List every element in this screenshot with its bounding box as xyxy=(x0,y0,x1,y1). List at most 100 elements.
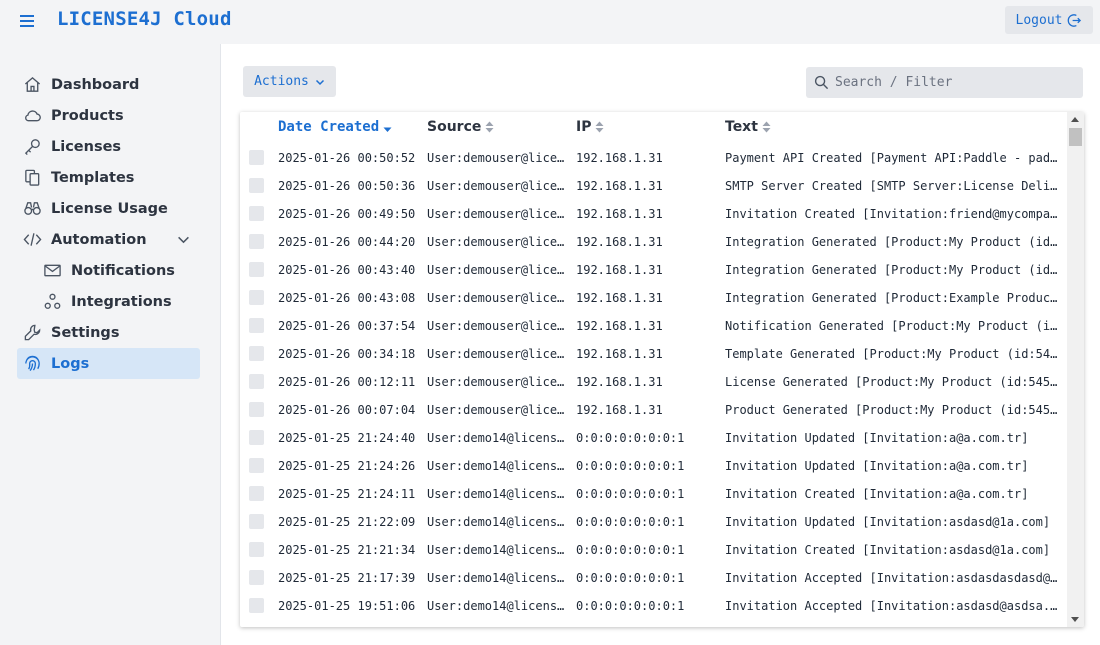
cell-ip: 192.168.1.31 xyxy=(576,403,663,417)
table-row[interactable]: 2025-01-25 21:21:34 User:demo14@license4j… xyxy=(240,536,1067,564)
fingerprint-icon xyxy=(22,354,42,374)
row-checkbox[interactable] xyxy=(249,598,264,613)
cell-text: Payment API Created [Payment API:Paddle … xyxy=(725,151,1059,165)
row-checkbox[interactable] xyxy=(249,402,264,417)
table-row[interactable]: 2025-01-25 21:24:11 User:demo14@license4j… xyxy=(240,480,1067,508)
cell-ip: 192.168.1.31 xyxy=(576,235,663,249)
cell-text: SMTP Server Created [SMTP Server:License… xyxy=(725,179,1059,193)
column-header-text[interactable]: Text xyxy=(725,119,771,135)
cell-source: User:demo14@license4j.com xyxy=(427,487,567,501)
search-icon xyxy=(814,75,829,90)
row-checkbox[interactable] xyxy=(249,150,264,165)
sidebar-item-logs[interactable]: Logs xyxy=(17,348,200,379)
table-scrollbar[interactable] xyxy=(1067,112,1084,627)
sidebar-item-integrations[interactable]: Integrations xyxy=(37,286,200,317)
row-checkbox[interactable] xyxy=(249,318,264,333)
cell-source: User:demouser@license4j.com xyxy=(427,403,567,417)
search-input[interactable] xyxy=(806,67,1083,98)
sidebar-item-label: Automation xyxy=(51,231,147,248)
cell-ip: 192.168.1.31 xyxy=(576,179,663,193)
table-row[interactable]: 2025-01-26 00:44:20 User:demouser@license… xyxy=(240,228,1067,256)
table-row[interactable]: 2025-01-26 00:07:04 User:demouser@license… xyxy=(240,396,1067,424)
envelope-icon xyxy=(42,261,62,281)
row-checkbox[interactable] xyxy=(249,458,264,473)
cell-date-created: 2025-01-25 21:24:26 xyxy=(278,459,416,473)
sidebar-item-license-usage[interactable]: License Usage xyxy=(17,193,200,224)
chevron-down-icon[interactable] xyxy=(177,233,190,246)
sidebar-item-label: Notifications xyxy=(71,262,175,279)
row-checkbox[interactable] xyxy=(249,542,264,557)
sidebar-item-notifications[interactable]: Notifications xyxy=(37,255,200,286)
table-row[interactable]: 2025-01-25 19:51:06 User:demo14@license4j… xyxy=(240,592,1067,620)
sidebar-item-templates[interactable]: Templates xyxy=(17,162,200,193)
table-row[interactable]: 2025-01-26 00:34:18 User:demouser@license… xyxy=(240,340,1067,368)
sidebar-item-label: Licenses xyxy=(51,138,122,155)
row-checkbox[interactable] xyxy=(249,374,264,389)
scroll-up-arrow-icon[interactable] xyxy=(1071,117,1079,122)
scroll-down-arrow-icon[interactable] xyxy=(1071,617,1079,622)
sidebar-item-products[interactable]: Products xyxy=(17,100,200,131)
cell-source: User:demouser@license4j.com xyxy=(427,291,567,305)
cell-ip: 0:0:0:0:0:0:0:1 xyxy=(576,515,685,529)
column-header-date-created[interactable]: Date Created xyxy=(278,119,392,135)
menu-icon[interactable] xyxy=(20,13,36,27)
cell-date-created: 2025-01-26 00:07:04 xyxy=(278,403,416,417)
table-row[interactable]: 2025-01-25 21:24:40 User:demo14@license4j… xyxy=(240,424,1067,452)
cell-date-created: 2025-01-25 21:22:09 xyxy=(278,515,416,529)
row-checkbox[interactable] xyxy=(249,178,264,193)
table-row[interactable]: 2025-01-26 00:37:54 User:demouser@license… xyxy=(240,312,1067,340)
app-title: LICENSE4J Cloud xyxy=(57,8,232,30)
cell-source: User:demouser@license4j.com xyxy=(427,235,567,249)
cell-text: Notification Generated [Product:My Produ… xyxy=(725,319,1059,333)
key-icon xyxy=(22,137,42,157)
row-checkbox[interactable] xyxy=(249,346,264,361)
cell-source: User:demo14@license4j.com xyxy=(427,599,567,613)
code-icon xyxy=(22,230,42,250)
table-row[interactable]: 2025-01-26 00:50:36 User:demouser@license… xyxy=(240,172,1067,200)
sort-icon xyxy=(485,121,494,133)
sidebar-item-automation[interactable]: Automation xyxy=(17,224,200,255)
cell-ip: 0:0:0:0:0:0:0:1 xyxy=(576,543,685,557)
sidebar-item-licenses[interactable]: Licenses xyxy=(17,131,200,162)
cell-ip: 192.168.1.31 xyxy=(576,347,663,361)
sidebar-item-label: Dashboard xyxy=(51,76,140,93)
table-row[interactable]: 2025-01-26 00:49:50 User:demouser@license… xyxy=(240,200,1067,228)
table-row[interactable]: 2025-01-26 00:43:08 User:demouser@license… xyxy=(240,284,1067,312)
logout-button[interactable]: Logout xyxy=(1005,6,1093,34)
table-row[interactable]: 2025-01-26 00:43:40 User:demouser@license… xyxy=(240,256,1067,284)
cell-text: Invitation Updated [Invitation:a@a.com.t… xyxy=(725,459,1029,473)
table-row[interactable]: 2025-01-26 00:12:11 User:demouser@license… xyxy=(240,368,1067,396)
cell-text: License Generated [Product:My Product (i… xyxy=(725,375,1059,389)
row-checkbox[interactable] xyxy=(249,234,264,249)
cell-source: User:demo14@license4j.com xyxy=(427,571,567,585)
cell-ip: 192.168.1.31 xyxy=(576,375,663,389)
diagram-icon xyxy=(42,292,62,312)
row-checkbox[interactable] xyxy=(249,262,264,277)
cell-ip: 192.168.1.31 xyxy=(576,151,663,165)
actions-button[interactable]: Actions xyxy=(243,66,336,97)
cell-ip: 0:0:0:0:0:0:0:1 xyxy=(576,459,685,473)
table-row[interactable]: 2025-01-26 00:50:52 User:demouser@license… xyxy=(240,144,1067,172)
sidebar-item-settings[interactable]: Settings xyxy=(17,317,200,348)
table-row[interactable]: 2025-01-25 21:24:26 User:demo14@license4j… xyxy=(240,452,1067,480)
row-checkbox[interactable] xyxy=(249,290,264,305)
column-header-source[interactable]: Source xyxy=(427,119,494,135)
cell-source: User:demouser@license4j.com xyxy=(427,319,567,333)
scroll-thumb[interactable] xyxy=(1069,128,1082,146)
row-checkbox[interactable] xyxy=(249,430,264,445)
cell-text: Invitation Updated [Invitation:asdasd@1a… xyxy=(725,515,1051,529)
row-checkbox[interactable] xyxy=(249,570,264,585)
binoculars-icon xyxy=(22,199,42,219)
copy-icon xyxy=(22,168,42,188)
row-checkbox[interactable] xyxy=(249,206,264,221)
cell-ip: 0:0:0:0:0:0:0:1 xyxy=(576,431,685,445)
table-row[interactable]: 2025-01-25 21:22:09 User:demo14@license4j… xyxy=(240,508,1067,536)
row-checkbox[interactable] xyxy=(249,486,264,501)
table-row[interactable]: 2025-01-25 21:17:39 User:demo14@license4j… xyxy=(240,564,1067,592)
wrench-icon xyxy=(22,323,42,343)
cell-text: Invitation Accepted [Invitation:asdasd@a… xyxy=(725,599,1059,613)
column-header-ip[interactable]: IP xyxy=(576,119,604,135)
row-checkbox[interactable] xyxy=(249,514,264,529)
cell-text: Integration Generated [Product:My Produc… xyxy=(725,235,1059,249)
sidebar-item-dashboard[interactable]: Dashboard xyxy=(17,69,200,100)
